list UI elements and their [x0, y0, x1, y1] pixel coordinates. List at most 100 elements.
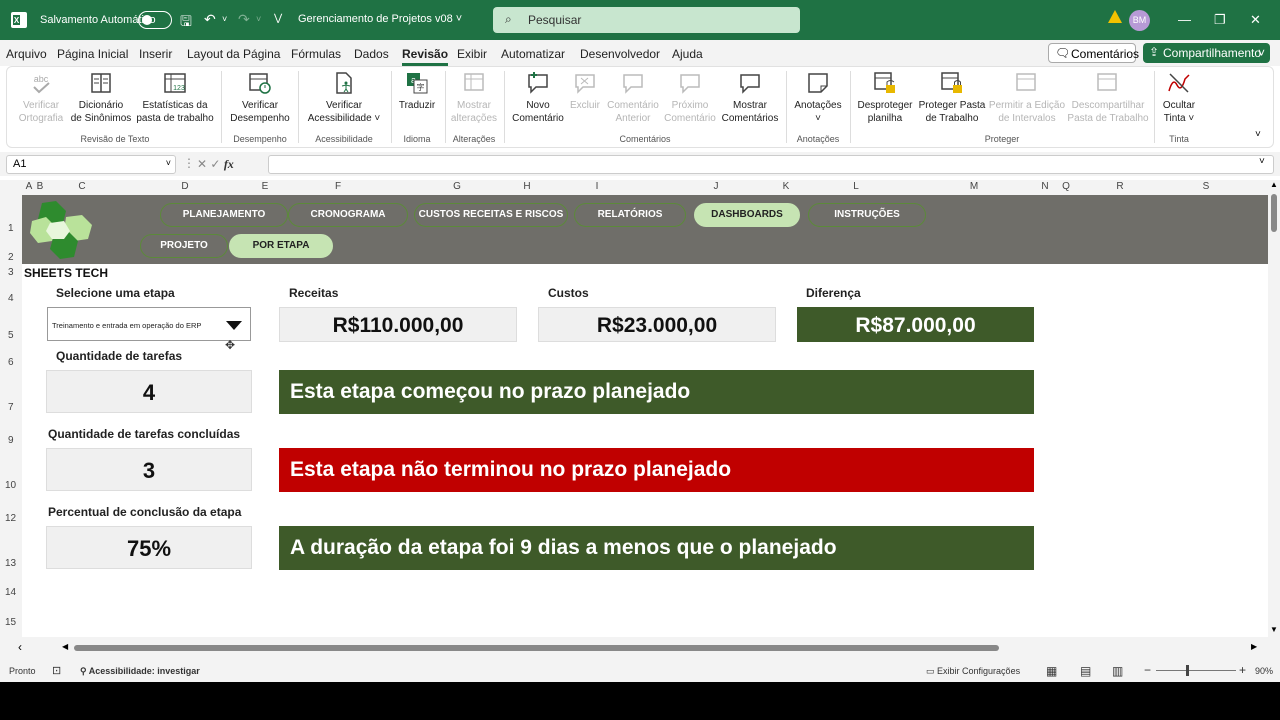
display-settings-button[interactable]: ▭ Exibir Configurações: [926, 666, 1020, 677]
dropdown-arrow-icon[interactable]: [226, 321, 242, 330]
col-header[interactable]: S: [1203, 181, 1210, 192]
macro-record-icon[interactable]: ⊡: [52, 664, 61, 677]
page-layout-view-icon[interactable]: ▤: [1080, 664, 1091, 678]
menu-automatizar[interactable]: Automatizar: [501, 47, 565, 61]
col-header[interactable]: G: [453, 181, 461, 192]
nav-por-etapa[interactable]: POR ETAPA: [229, 234, 333, 258]
accessibility-status[interactable]: ⚲ Acessibilidade: investigar: [80, 666, 200, 677]
nav-custos-receitas-riscos[interactable]: CUSTOS RECEITAS E RISCOS: [414, 203, 568, 227]
share-button[interactable]: ⇪ Compartilhamento ˅: [1143, 43, 1270, 63]
redo-icon[interactable]: ↷: [238, 11, 250, 28]
col-header[interactable]: M: [970, 181, 978, 192]
menu-formulas[interactable]: Fórmulas: [291, 47, 341, 61]
scroll-down-icon[interactable]: ▼: [1270, 625, 1278, 634]
col-header[interactable]: R: [1116, 181, 1123, 192]
save-icon[interactable]: 🖫: [180, 11, 192, 35]
menu-exibir[interactable]: Exibir: [457, 47, 487, 61]
menu-desenvolvedor[interactable]: Desenvolvedor: [580, 47, 660, 61]
notes-button[interactable]: Anotações ˅: [791, 71, 845, 125]
undo-icon[interactable]: ↶: [204, 11, 216, 28]
close-icon[interactable]: ✕: [1250, 12, 1261, 28]
ribbon-collapse-icon[interactable]: ˅: [1255, 129, 1261, 140]
unshare-workbook-button[interactable]: Descompartilhar Pasta de Trabalho: [1067, 71, 1149, 125]
comments-button[interactable]: 🗨 Comentários: [1048, 43, 1139, 63]
row-header[interactable]: 12: [5, 513, 16, 524]
next-comment-button[interactable]: Próximo Comentário: [663, 71, 717, 125]
menu-arquivo[interactable]: Arquivo: [6, 47, 47, 61]
col-header[interactable]: F: [335, 181, 341, 192]
workbook-statistics-button[interactable]: 123 Estatísticas da pasta de trabalho: [134, 71, 216, 125]
nav-dashboards[interactable]: DASHBOARDS: [694, 203, 800, 227]
col-header[interactable]: I: [596, 181, 599, 192]
row-header[interactable]: 6: [8, 357, 14, 368]
nav-planejamento[interactable]: PLANEJAMENTO: [160, 203, 288, 227]
formula-input[interactable]: [268, 155, 1274, 174]
col-header[interactable]: J: [714, 181, 719, 192]
warning-icon[interactable]: [1108, 10, 1122, 23]
col-header[interactable]: Q: [1062, 181, 1070, 192]
col-header[interactable]: C: [78, 181, 85, 192]
minimize-icon[interactable]: —: [1178, 12, 1191, 27]
expand-formula-icon[interactable]: ˅: [1259, 156, 1265, 167]
col-header[interactable]: A: [26, 181, 33, 192]
document-title[interactable]: Gerenciamento de Projetos v08 ˅: [298, 13, 462, 25]
col-header[interactable]: H: [523, 181, 530, 192]
spell-check-button[interactable]: abc Verificar Ortografia: [15, 71, 67, 125]
menu-dados[interactable]: Dados: [354, 47, 389, 61]
row-header[interactable]: 13: [5, 558, 16, 569]
delete-comment-button[interactable]: Excluir: [567, 71, 603, 112]
translate-button[interactable]: a字Traduzir: [395, 71, 439, 112]
col-header[interactable]: K: [783, 181, 790, 192]
autosave-toggle[interactable]: [138, 11, 172, 29]
search-box[interactable]: ⌕ Pesquisar: [493, 7, 800, 33]
nav-projeto[interactable]: PROJETO: [140, 234, 228, 258]
allow-edit-ranges-button[interactable]: Permitir a Edição de Intervalos: [987, 71, 1067, 125]
menu-ajuda[interactable]: Ajuda: [672, 47, 703, 61]
col-header[interactable]: B: [37, 181, 44, 192]
row-header[interactable]: 3: [8, 267, 14, 278]
normal-view-icon[interactable]: ▦: [1046, 664, 1057, 678]
previous-comment-button[interactable]: Comentário Anterior: [604, 71, 662, 125]
row-header[interactable]: 14: [5, 587, 16, 598]
cancel-icon[interactable]: ✕: [197, 157, 207, 171]
show-changes-button[interactable]: Mostrar alterações: [450, 71, 498, 125]
scroll-left-icon[interactable]: ◀: [62, 642, 68, 651]
menu-revisao[interactable]: Revisão: [402, 47, 449, 66]
thesaurus-button[interactable]: Dicionário de Sinônimos: [69, 71, 133, 125]
protect-workbook-button[interactable]: Proteger Pasta de Trabalho: [917, 71, 987, 125]
page-break-view-icon[interactable]: ▥: [1112, 664, 1123, 678]
row-header[interactable]: 5: [8, 330, 14, 341]
row-header[interactable]: 7: [8, 402, 14, 413]
row-header[interactable]: 15: [5, 617, 16, 628]
menu-inserir[interactable]: Inserir: [139, 47, 172, 61]
col-header[interactable]: D: [181, 181, 188, 192]
col-header[interactable]: E: [262, 181, 269, 192]
nav-cronograma[interactable]: CRONOGRAMA: [288, 203, 408, 227]
menu-layout-da-pagina[interactable]: Layout da Página: [187, 47, 280, 61]
undo-dropdown-icon[interactable]: ˅: [222, 14, 227, 24]
zoom-slider-thumb[interactable]: [1186, 665, 1189, 676]
zoom-in-icon[interactable]: +: [1239, 663, 1246, 677]
vertical-scrollbar[interactable]: ▲ ▼: [1268, 180, 1280, 637]
hide-ink-button[interactable]: Ocultar Tinta ˅: [1159, 71, 1199, 125]
scroll-right-icon[interactable]: ▶: [1251, 642, 1257, 651]
vertical-scroll-thumb[interactable]: [1271, 194, 1277, 232]
zoom-out-icon[interactable]: −: [1144, 663, 1151, 677]
show-comments-button[interactable]: Mostrar Comentários: [719, 71, 781, 125]
nav-relatorios[interactable]: RELATÓRIOS: [574, 203, 686, 227]
horizontal-scrollbar[interactable]: ‹ ◀ ▶: [0, 637, 1280, 659]
scroll-up-icon[interactable]: ▲: [1270, 180, 1278, 189]
zoom-level[interactable]: 90%: [1255, 666, 1273, 676]
zoom-slider[interactable]: [1156, 670, 1236, 671]
col-header[interactable]: L: [853, 181, 859, 192]
name-box[interactable]: A1 ˅: [6, 155, 176, 174]
fx-icon[interactable]: fx: [224, 157, 234, 171]
row-header[interactable]: 2: [8, 252, 14, 263]
unprotect-sheet-button[interactable]: Desproteger planilha: [856, 71, 914, 125]
menu-pagina-inicial[interactable]: Página Inicial: [57, 47, 128, 61]
row-header[interactable]: 4: [8, 293, 14, 304]
stage-dropdown[interactable]: Treinamento e entrada em operação do ERP: [47, 307, 251, 341]
enter-icon[interactable]: ✓: [210, 157, 220, 171]
avatar[interactable]: BM: [1129, 10, 1150, 31]
row-header[interactable]: 10: [5, 480, 16, 491]
